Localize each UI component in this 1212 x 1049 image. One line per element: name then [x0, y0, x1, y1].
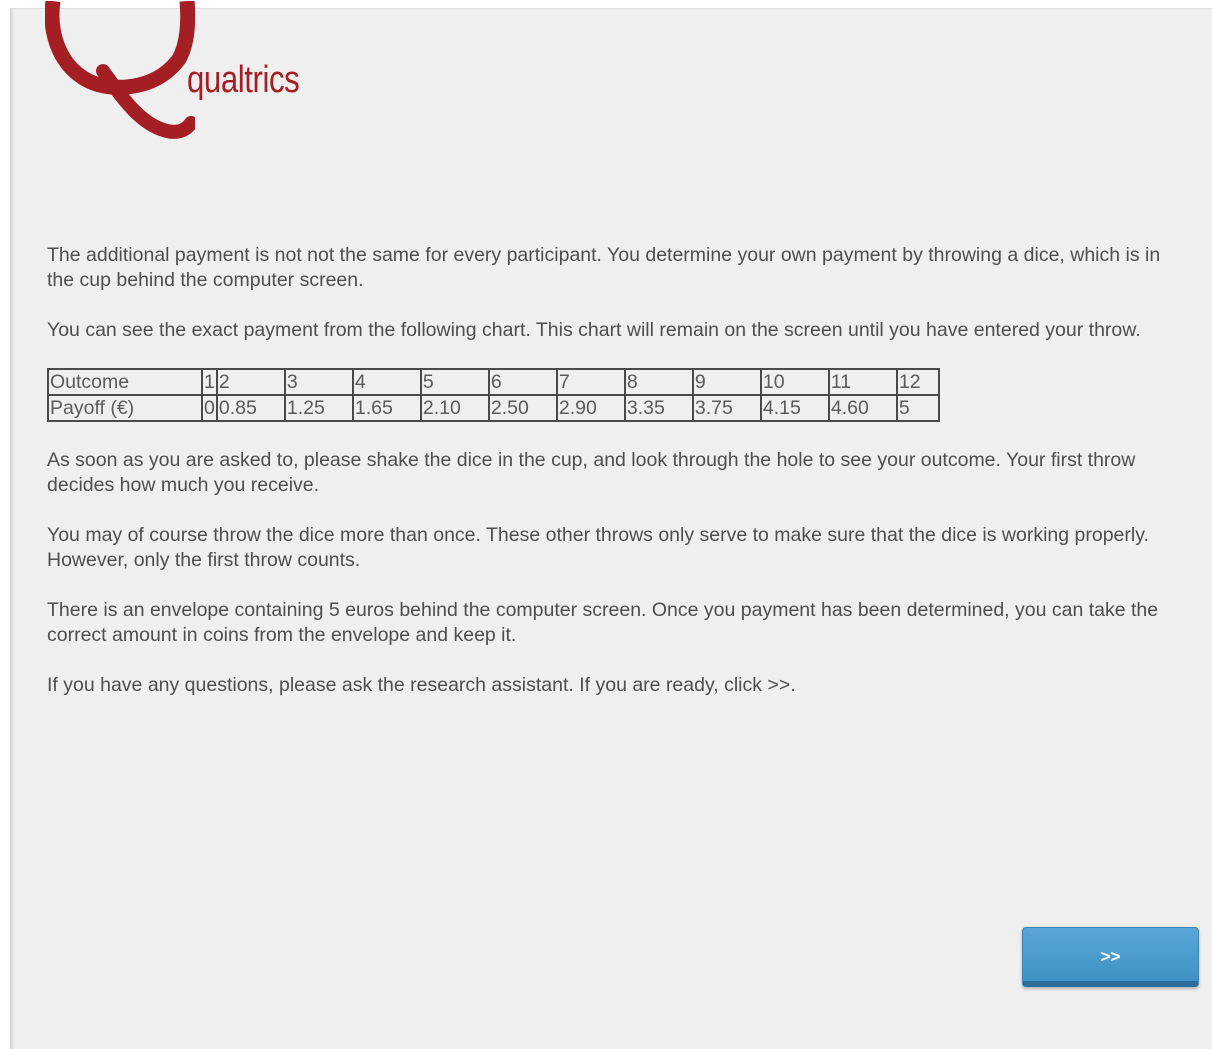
payoff-cell: 3.35 [623, 394, 694, 422]
next-button[interactable]: >> [1022, 927, 1199, 987]
outcome-cell: 4 [351, 368, 422, 396]
instruction-paragraph-4: You may of course throw the dice more th… [47, 524, 1149, 571]
survey-content: The additional payment is not not the sa… [47, 243, 1187, 723]
outcome-cell: 3 [283, 368, 354, 396]
outcome-cell: 5 [419, 368, 490, 396]
outcome-cell: 10 [759, 368, 830, 396]
payoff-cell: 2.50 [487, 394, 558, 422]
payoff-cell: 2.90 [555, 394, 626, 422]
payoff-cell: 0.85 [215, 394, 286, 422]
payoff-cell: 4.60 [827, 394, 898, 422]
qualtrics-q-logo-icon [45, 1, 195, 139]
payoff-cell: 3.75 [691, 394, 762, 422]
payoff-row-label: Payoff (€) [47, 394, 203, 422]
survey-page: qualtrics The additional payment is not … [10, 1, 1212, 1049]
outcome-cell: 1 [201, 368, 218, 396]
instruction-paragraph-5: There is an envelope containing 5 euros … [47, 599, 1159, 646]
instruction-paragraph-6: If you have any questions, please ask th… [47, 674, 796, 696]
payoff-cell: 0 [201, 394, 218, 422]
instruction-paragraph-3: As soon as you are asked to, please shak… [47, 449, 1136, 496]
payoff-cell: 1.65 [351, 394, 422, 422]
outcome-cell: 11 [827, 368, 898, 396]
payoff-table: Outcome 1 2 3 4 5 6 7 8 9 10 11 12 Payof… [47, 368, 940, 422]
logo-wordmark: qualtrics [187, 59, 300, 101]
payoff-cell: 2.10 [419, 394, 490, 422]
outcome-cell: 2 [215, 368, 286, 396]
page-edge-shadow [11, 9, 14, 1049]
outcome-cell: 6 [487, 368, 558, 396]
intro-paragraph-1: The additional payment is not not the sa… [47, 244, 1161, 291]
payoff-cell: 5 [895, 394, 940, 422]
qualtrics-logo: qualtrics [45, 1, 345, 141]
outcome-cell: 7 [555, 368, 626, 396]
outcome-row: Outcome 1 2 3 4 5 6 7 8 9 10 11 12 [47, 368, 940, 396]
outcome-cell: 9 [691, 368, 762, 396]
outcome-row-label: Outcome [47, 368, 203, 396]
outcome-cell: 8 [623, 368, 694, 396]
outcome-cell: 12 [895, 368, 940, 396]
payoff-cell: 4.15 [759, 394, 830, 422]
payoff-row: Payoff (€) 0 0.85 1.25 1.65 2.10 2.50 2.… [47, 394, 940, 422]
payoff-cell: 1.25 [283, 394, 354, 422]
intro-paragraph-2: You can see the exact payment from the f… [47, 319, 1141, 341]
